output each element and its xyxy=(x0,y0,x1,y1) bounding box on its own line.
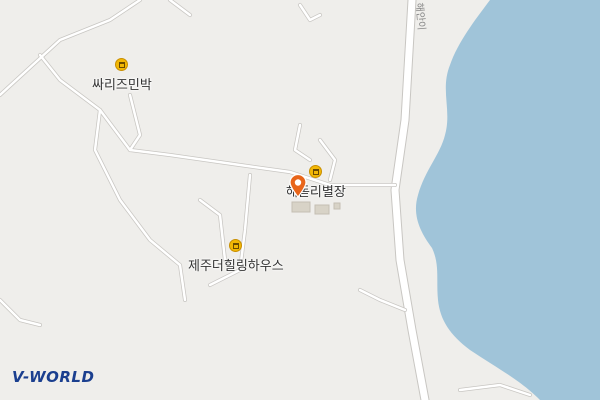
location-pin-icon[interactable] xyxy=(289,174,307,198)
road-label: 해안이 xyxy=(413,2,427,31)
poi-ssarizeu-minbak[interactable]: 싸리즈민박 xyxy=(92,58,152,93)
lodging-icon xyxy=(309,165,323,178)
building xyxy=(291,201,311,213)
map-base-layer xyxy=(0,0,600,400)
poi-jeju-the-healing-house[interactable]: 제주더힐링하우스 xyxy=(188,239,284,274)
provider-logo: V-WORLD xyxy=(12,368,95,386)
sea-area xyxy=(415,0,600,400)
lodging-icon xyxy=(115,58,129,71)
building xyxy=(333,202,341,210)
map-view[interactable]: 해안이 싸리즈민박 해돋리별장 제주더힐링하우스 V-WORLD xyxy=(0,0,600,400)
building xyxy=(314,204,330,215)
lodging-icon xyxy=(229,239,243,252)
poi-label: 제주더힐링하우스 xyxy=(188,259,284,274)
poi-label: 싸리즈민박 xyxy=(92,78,152,93)
